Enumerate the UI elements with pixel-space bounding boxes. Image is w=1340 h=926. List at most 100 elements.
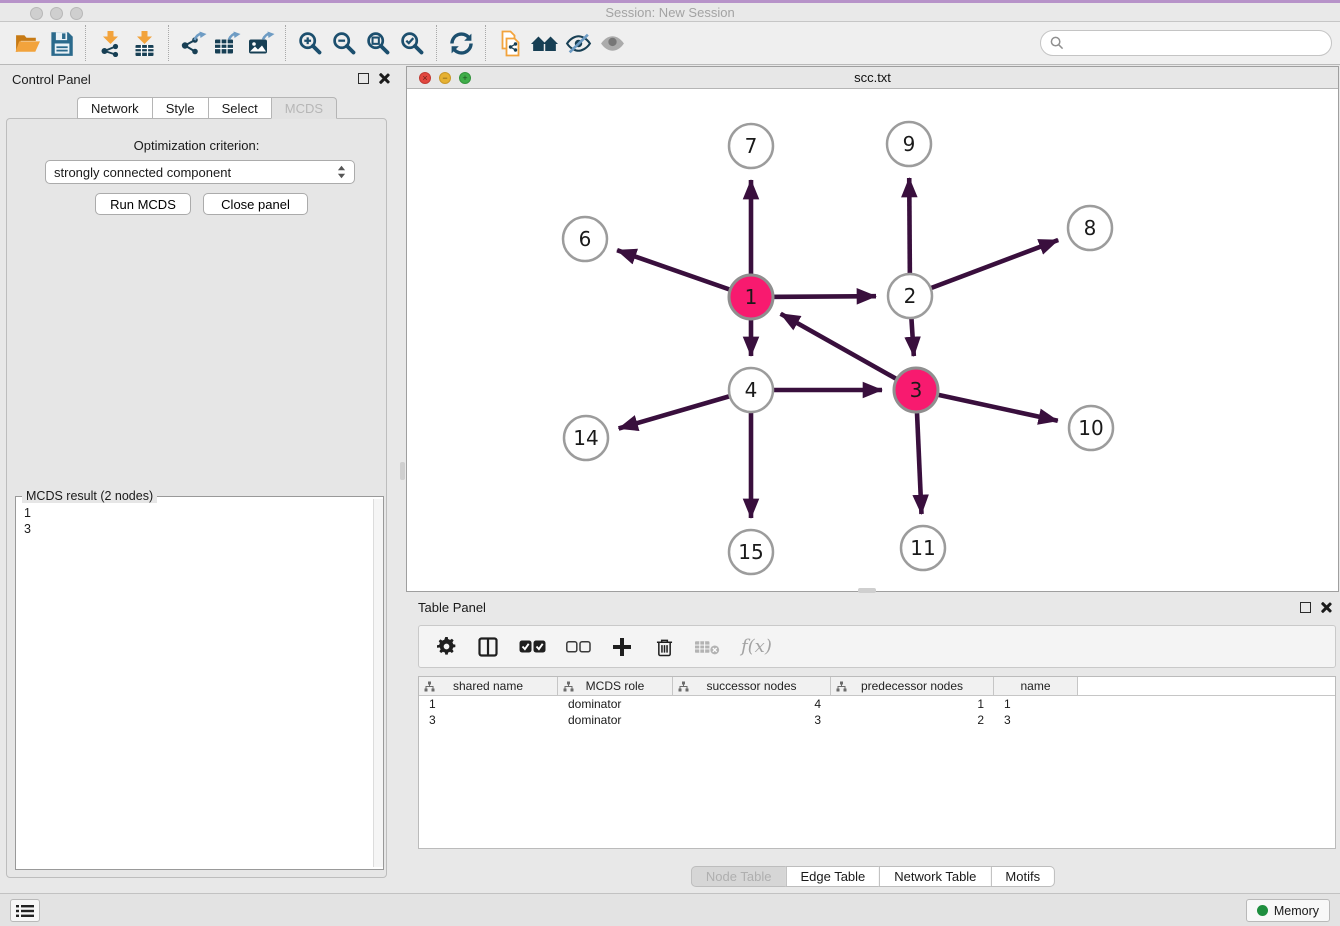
table-cell: dominator <box>558 696 673 712</box>
panel-divider-handle[interactable] <box>858 588 876 593</box>
table-toolbar: f(x) <box>418 625 1336 668</box>
node-table: shared nameMCDS rolesuccessor nodesprede… <box>418 676 1336 849</box>
search-icon <box>1050 36 1064 50</box>
gear-icon[interactable] <box>435 635 457 659</box>
table-header-row: shared nameMCDS rolesuccessor nodesprede… <box>419 677 1335 696</box>
float-panel-icon[interactable] <box>1300 602 1311 613</box>
table-panel-title: Table Panel <box>418 600 486 615</box>
graph-node-label: 11 <box>910 536 935 560</box>
float-panel-icon[interactable] <box>358 73 369 84</box>
graph-node-label: 6 <box>579 227 592 251</box>
graph-node-label: 9 <box>903 132 916 156</box>
mcds-result-item[interactable]: 3 <box>24 521 365 537</box>
table-panel: Table Panel f(x) shared nameMCDS rolesuc… <box>406 595 1340 890</box>
export-network-icon[interactable] <box>176 27 210 59</box>
status-bar: Memory <box>0 893 1340 926</box>
toolbar-separator <box>85 25 86 61</box>
column-header-mcds-role[interactable]: MCDS role <box>558 677 673 695</box>
export-table-icon[interactable] <box>210 27 244 59</box>
export-image-icon[interactable] <box>244 27 278 59</box>
tab-network[interactable]: Network <box>77 97 152 119</box>
table-cell: 3 <box>994 712 1078 728</box>
edge-2-8[interactable] <box>910 240 1058 296</box>
control-panel: Control Panel NetworkStyleSelectMCDS Opt… <box>0 66 394 890</box>
import-table-icon[interactable] <box>127 27 161 59</box>
mcds-result-list: 13 <box>16 499 373 869</box>
trash-icon[interactable] <box>653 635 675 659</box>
close-panel-icon[interactable] <box>1320 601 1332 613</box>
split-columns-icon[interactable] <box>477 635 499 659</box>
table-row[interactable]: 3dominator323 <box>419 712 1335 728</box>
zoom-out-icon[interactable] <box>327 27 361 59</box>
memory-button[interactable]: Memory <box>1246 899 1330 922</box>
memory-status-icon <box>1257 905 1268 916</box>
table-cell: 4 <box>673 696 831 712</box>
hide-selected-icon[interactable] <box>561 27 595 59</box>
network-graph: 1234678910111415 <box>407 89 1338 590</box>
toolbar-separator <box>436 25 437 61</box>
save-session-icon[interactable] <box>44 27 78 59</box>
graph-node-label: 1 <box>745 285 758 309</box>
control-panel-tabs: NetworkStyleSelectMCDS <box>77 97 337 119</box>
select-chevrons-icon <box>337 164 346 180</box>
mcds-panel: Optimization criterion: strongly connect… <box>6 118 387 878</box>
tab-network-table[interactable]: Network Table <box>879 866 990 887</box>
graph-node-label: 7 <box>745 134 758 158</box>
mcds-result-item[interactable]: 1 <box>24 505 365 521</box>
checked-boxes-icon[interactable] <box>519 635 546 659</box>
app-titlebar: Session: New Session <box>0 3 1340 22</box>
graph-node-label: 14 <box>573 426 598 450</box>
toolbar-separator <box>485 25 486 61</box>
search-box[interactable] <box>1040 30 1332 56</box>
clone-network-icon[interactable] <box>493 27 527 59</box>
zoom-in-icon[interactable] <box>293 27 327 59</box>
list-icon <box>16 904 34 918</box>
search-input[interactable] <box>1070 36 1331 51</box>
close-panel-button[interactable]: Close panel <box>203 193 308 215</box>
network-window-titlebar: × − + scc.txt <box>407 67 1338 89</box>
table-cell: 1 <box>994 696 1078 712</box>
table-cell: 1 <box>831 696 994 712</box>
tab-motifs[interactable]: Motifs <box>990 866 1055 887</box>
column-header-successor-nodes[interactable]: successor nodes <box>673 677 831 695</box>
table-cell: 3 <box>673 712 831 728</box>
column-header-name[interactable]: name <box>994 677 1078 695</box>
home-network-icon[interactable] <box>527 27 561 59</box>
network-canvas[interactable]: 1234678910111415 <box>407 89 1338 591</box>
table-delete-icon <box>695 635 721 659</box>
network-view-window: × − + scc.txt 1234678910111415 <box>406 66 1339 592</box>
graph-node-label: 2 <box>904 284 917 308</box>
close-panel-icon[interactable] <box>378 72 390 84</box>
tab-select[interactable]: Select <box>208 97 271 119</box>
zoom-fit-icon[interactable] <box>361 27 395 59</box>
tab-mcds[interactable]: MCDS <box>271 97 337 119</box>
graph-node-label: 10 <box>1078 416 1103 440</box>
optimization-criterion-label: Optimization criterion: <box>7 138 386 153</box>
zoom-selected-icon[interactable] <box>395 27 429 59</box>
plus-icon[interactable] <box>611 635 633 659</box>
result-scrollbar[interactable] <box>373 499 383 867</box>
table-body: 1dominator4113dominator323 <box>419 696 1335 728</box>
app-title: Session: New Session <box>0 5 1340 20</box>
criterion-select[interactable]: strongly connected component <box>45 160 355 184</box>
memory-label: Memory <box>1274 904 1319 918</box>
graph-node-label: 15 <box>738 540 763 564</box>
column-header-predecessor-nodes[interactable]: predecessor nodes <box>831 677 994 695</box>
table-cell: dominator <box>558 712 673 728</box>
run-mcds-button[interactable]: Run MCDS <box>95 193 191 215</box>
table-row[interactable]: 1dominator411 <box>419 696 1335 712</box>
table-cell: 3 <box>419 712 558 728</box>
column-header-shared-name[interactable]: shared name <box>419 677 558 695</box>
tab-style[interactable]: Style <box>152 97 208 119</box>
fx-icon: f(x) <box>741 635 772 659</box>
refresh-icon[interactable] <box>444 27 478 59</box>
open-file-icon[interactable] <box>10 27 44 59</box>
unchecked-boxes-icon[interactable] <box>566 635 591 659</box>
tab-node-table[interactable]: Node Table <box>691 866 786 887</box>
task-history-button[interactable] <box>10 899 40 922</box>
toolbar-separator <box>285 25 286 61</box>
tab-edge-table[interactable]: Edge Table <box>785 866 879 887</box>
show-all-icon[interactable] <box>595 27 629 59</box>
import-network-icon[interactable] <box>93 27 127 59</box>
panel-divider-handle[interactable] <box>400 462 405 480</box>
